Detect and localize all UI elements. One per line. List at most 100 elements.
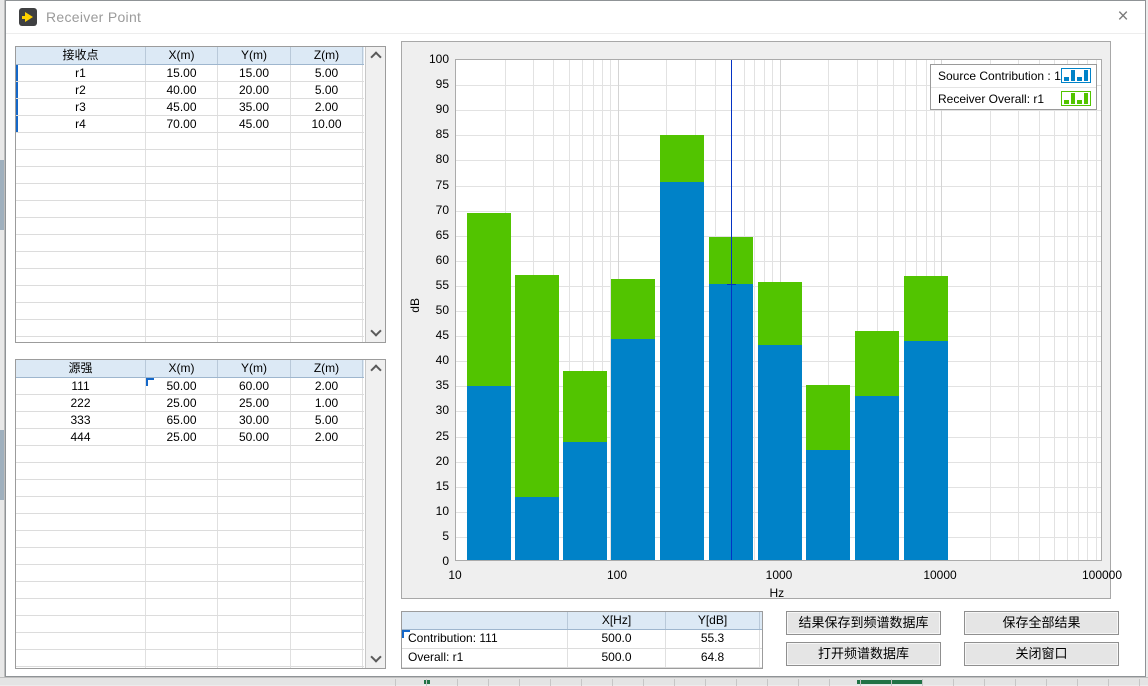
table-cell[interactable]: [146, 582, 218, 598]
table-cell[interactable]: [146, 565, 218, 581]
save-all-results-button[interactable]: 保存全部结果: [964, 611, 1119, 635]
table-cell[interactable]: [146, 150, 218, 166]
table-cell[interactable]: [146, 667, 218, 669]
table-cell[interactable]: 20.00: [218, 82, 291, 98]
scroll-up-icon[interactable]: [370, 51, 381, 62]
table-cell[interactable]: [218, 252, 291, 268]
table-cell[interactable]: [291, 514, 363, 530]
table-cell[interactable]: 45.00: [146, 99, 218, 115]
table-cell[interactable]: r3: [16, 99, 146, 115]
table-cell[interactable]: 2.00: [291, 378, 363, 394]
table-cell[interactable]: [218, 320, 291, 336]
table-cell[interactable]: [146, 337, 218, 343]
table-cell[interactable]: [291, 616, 363, 632]
table-cell[interactable]: [146, 548, 218, 564]
table-cell[interactable]: [146, 514, 218, 530]
table-cell[interactable]: r1: [16, 65, 146, 81]
table-cell[interactable]: [218, 218, 291, 234]
table-cell[interactable]: [291, 548, 363, 564]
table-cell[interactable]: [146, 599, 218, 615]
table-cell[interactable]: [16, 286, 146, 302]
table-cell[interactable]: [16, 235, 146, 251]
table-cell[interactable]: [146, 480, 218, 496]
table-cell[interactable]: 2.00: [291, 429, 363, 445]
table-cell[interactable]: [146, 184, 218, 200]
table-cell[interactable]: [16, 320, 146, 336]
table-cell[interactable]: [16, 514, 146, 530]
table-cell[interactable]: [218, 531, 291, 547]
table-cell[interactable]: [218, 463, 291, 479]
table-cell[interactable]: [218, 235, 291, 251]
table-cell[interactable]: 25.00: [218, 395, 291, 411]
table-cell[interactable]: [146, 201, 218, 217]
table-cell[interactable]: [146, 531, 218, 547]
table-cell[interactable]: [16, 531, 146, 547]
table-cell[interactable]: [291, 446, 363, 462]
table-cell[interactable]: [218, 133, 291, 149]
source-table[interactable]: 源强X(m)Y(m)Z(m)11150.0060.002.0022225.002…: [16, 360, 364, 669]
table-cell[interactable]: [16, 201, 146, 217]
table-cell[interactable]: [16, 150, 146, 166]
table-cell[interactable]: [146, 463, 218, 479]
table-cell[interactable]: 25.00: [146, 429, 218, 445]
table-cell[interactable]: [146, 497, 218, 513]
table-cell[interactable]: 5.00: [291, 65, 363, 81]
table-cell[interactable]: [218, 184, 291, 200]
receiver-table-scrollbar[interactable]: [365, 47, 385, 342]
table-cell[interactable]: [16, 269, 146, 285]
table-cell[interactable]: 40.00: [146, 82, 218, 98]
table-cell[interactable]: [146, 616, 218, 632]
table-cell[interactable]: 70.00: [146, 116, 218, 132]
save-to-spectrum-db-button[interactable]: 结果保存到频谱数据库: [786, 611, 941, 635]
table-cell[interactable]: 333: [16, 412, 146, 428]
table-cell[interactable]: [146, 286, 218, 302]
table-cell[interactable]: r2: [16, 82, 146, 98]
table-cell[interactable]: [291, 633, 363, 649]
table-cell[interactable]: [218, 303, 291, 319]
table-cell[interactable]: [291, 463, 363, 479]
legend-item-contribution[interactable]: Source Contribution : 111: [931, 65, 1096, 87]
source-table-scrollbar[interactable]: [365, 360, 385, 668]
table-cell[interactable]: [16, 167, 146, 183]
table-cell[interactable]: 2.00: [291, 99, 363, 115]
receiver-table[interactable]: 接收点X(m)Y(m)Z(m)r115.0015.005.00r240.0020…: [16, 47, 364, 343]
table-cell[interactable]: [16, 548, 146, 564]
table-cell[interactable]: [146, 252, 218, 268]
table-cell[interactable]: [16, 446, 146, 462]
table-cell[interactable]: [16, 463, 146, 479]
table-cell[interactable]: 35.00: [218, 99, 291, 115]
table-cell[interactable]: [291, 133, 363, 149]
table-cell[interactable]: [146, 235, 218, 251]
table-cell[interactable]: [146, 633, 218, 649]
table-cell[interactable]: [218, 565, 291, 581]
plot-area[interactable]: [455, 59, 1102, 561]
table-cell[interactable]: [146, 167, 218, 183]
cursor-line[interactable]: [731, 60, 732, 561]
cursor-crosshair[interactable]: [727, 284, 736, 285]
table-cell[interactable]: [291, 565, 363, 581]
title-bar[interactable]: Receiver Point ×: [6, 1, 1145, 34]
table-cell[interactable]: [218, 667, 291, 669]
legend-item-overall[interactable]: Receiver Overall: r1: [931, 87, 1096, 109]
table-cell[interactable]: [146, 133, 218, 149]
close-window-button[interactable]: 关闭窗口: [964, 642, 1119, 666]
table-cell[interactable]: 15.00: [218, 65, 291, 81]
table-cell[interactable]: 50.00: [218, 429, 291, 445]
table-cell[interactable]: [291, 269, 363, 285]
table-cell[interactable]: [218, 497, 291, 513]
table-cell[interactable]: 5.00: [291, 412, 363, 428]
table-cell[interactable]: [291, 252, 363, 268]
table-cell[interactable]: [218, 548, 291, 564]
table-cell[interactable]: [218, 599, 291, 615]
table-cell[interactable]: [218, 269, 291, 285]
table-cell[interactable]: [16, 633, 146, 649]
table-cell[interactable]: 25.00: [146, 395, 218, 411]
table-cell[interactable]: [291, 150, 363, 166]
table-cell[interactable]: [291, 320, 363, 336]
table-cell[interactable]: [291, 184, 363, 200]
table-cell[interactable]: [291, 337, 363, 343]
table-cell[interactable]: 1.00: [291, 395, 363, 411]
table-cell[interactable]: [16, 565, 146, 581]
table-cell[interactable]: [218, 286, 291, 302]
table-cell[interactable]: [146, 446, 218, 462]
